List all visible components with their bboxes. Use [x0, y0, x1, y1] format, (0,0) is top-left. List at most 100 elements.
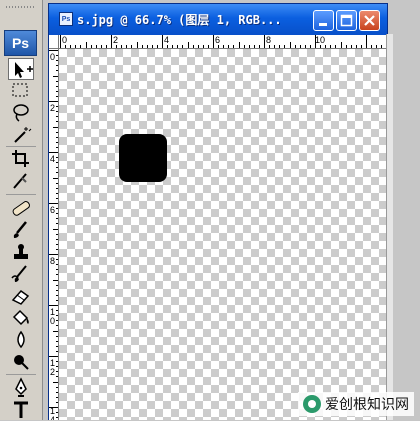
ruler-tick: [56, 269, 58, 271]
slice-tool-icon[interactable]: [8, 170, 34, 192]
ruler-tick: [56, 386, 58, 388]
toolbox-divider: [6, 194, 36, 195]
lasso-tool-icon[interactable]: [8, 102, 34, 124]
document-titlebar[interactable]: Ps s.jpg @ 66.7% (图层 1, RGB...: [49, 4, 387, 35]
type-tool-icon[interactable]: [8, 399, 34, 421]
ruler-label: 1 2: [50, 358, 56, 377]
ruler-tick: [56, 325, 58, 327]
ruler-tick: [56, 284, 58, 286]
maximize-icon: [340, 14, 353, 27]
ruler-tick: [309, 45, 311, 48]
ruler-tick: [56, 95, 58, 97]
ruler-tick: [284, 45, 286, 48]
brush-tool-icon[interactable]: [8, 219, 34, 241]
ruler-tick: [56, 238, 58, 240]
ruler-label: 1 0: [50, 307, 56, 326]
ruler-label: 6: [215, 35, 221, 45]
ruler-tick: [56, 366, 58, 368]
ruler-tick: [366, 35, 367, 48]
ruler-tick: [56, 320, 58, 322]
pen-tool-icon[interactable]: [8, 377, 34, 399]
ruler-tick: [320, 45, 322, 48]
magic-wand-tool-icon[interactable]: [8, 124, 34, 146]
history-brush-tool-icon[interactable]: [8, 263, 34, 285]
ruler-tick: [56, 310, 58, 312]
ruler-tick: [56, 90, 58, 92]
blur-tool-icon[interactable]: [8, 329, 34, 351]
ruler-tick: [141, 45, 143, 48]
ruler-tick: [56, 85, 58, 87]
ruler-tick: [330, 45, 332, 48]
ruler-tick: [56, 350, 58, 352]
ruler-horizontal[interactable]: 0 2 4 6 8 10: [59, 35, 387, 49]
document-window: Ps s.jpg @ 66.7% (图层 1, RGB... 0 2 4 6 8…: [48, 3, 388, 420]
rounded-square-shape[interactable]: [119, 134, 167, 182]
ruler-vertical[interactable]: 0 2 4 6 8 1 0 1 2 1 4: [49, 49, 59, 420]
ruler-tick: [56, 106, 58, 108]
ruler-label: 6: [50, 205, 56, 215]
ruler-tick: [121, 45, 123, 48]
ruler-label: 1 4: [50, 406, 56, 421]
ruler-tick: [56, 371, 58, 373]
clone-stamp-tool-icon[interactable]: [8, 241, 34, 263]
ruler-label: 2: [50, 103, 56, 113]
paint-bucket-tool-icon[interactable]: [8, 307, 34, 329]
ruler-tick: [172, 45, 174, 48]
ruler-tick: [53, 228, 58, 230]
healing-brush-tool-icon[interactable]: [8, 197, 34, 219]
ruler-tick: [56, 396, 58, 398]
ruler-tick: [238, 42, 240, 48]
ruler-tick: [56, 289, 58, 291]
ruler-tick: [371, 45, 373, 48]
ruler-tick: [192, 45, 194, 48]
ruler-tick: [56, 299, 58, 301]
ruler-tick: [49, 152, 58, 153]
crop-tool-icon[interactable]: [8, 148, 34, 170]
ruler-label: 0: [62, 35, 68, 45]
ruler-tick: [56, 60, 58, 62]
ruler-tick: [355, 45, 357, 48]
ruler-tick: [49, 356, 58, 357]
ruler-label: 8: [266, 35, 272, 45]
close-button[interactable]: [359, 10, 380, 31]
marquee-tool-icon[interactable]: [8, 80, 34, 102]
watermark-text: 爱创根知识网: [325, 397, 409, 413]
ruler-tick: [56, 55, 58, 57]
ruler-label: 4: [164, 35, 170, 45]
dodge-tool-icon[interactable]: [8, 351, 34, 373]
ruler-tick: [56, 208, 58, 210]
ruler-tick: [56, 157, 58, 159]
toolbox-divider: [6, 146, 36, 147]
ruler-tick: [56, 146, 58, 148]
ruler-tick: [56, 401, 58, 403]
ruler-origin[interactable]: [49, 35, 59, 49]
vertical-scrollbar[interactable]: [386, 34, 393, 420]
eraser-tool-icon[interactable]: [8, 285, 34, 307]
minimize-button[interactable]: [313, 10, 334, 31]
ruler-tick: [56, 412, 58, 414]
watermark-logo-icon: [303, 395, 321, 413]
ruler-tick: [49, 407, 58, 408]
ruler-tick: [131, 45, 133, 48]
ruler-tick: [345, 45, 347, 48]
ruler-tick: [53, 75, 58, 77]
transparent-canvas[interactable]: [59, 49, 387, 420]
toolbox-grip[interactable]: [6, 6, 36, 8]
ruler-tick: [56, 65, 58, 67]
ruler-tick: [294, 45, 296, 48]
ruler-tick: [56, 233, 58, 235]
ruler-tick: [56, 136, 58, 138]
ruler-tick: [53, 330, 58, 332]
move-tool-icon[interactable]: [8, 58, 34, 80]
ruler-tick: [70, 45, 72, 48]
ruler-tick: [53, 381, 58, 383]
ruler-tick: [56, 361, 58, 363]
photoshop-logo[interactable]: Ps: [4, 30, 37, 56]
ruler-tick: [243, 45, 245, 48]
ruler-tick: [49, 203, 58, 204]
ruler-tick: [56, 243, 58, 245]
maximize-button[interactable]: [336, 10, 357, 31]
ruler-tick: [56, 335, 58, 337]
ruler-tick: [56, 417, 58, 419]
ruler-tick: [360, 45, 362, 48]
